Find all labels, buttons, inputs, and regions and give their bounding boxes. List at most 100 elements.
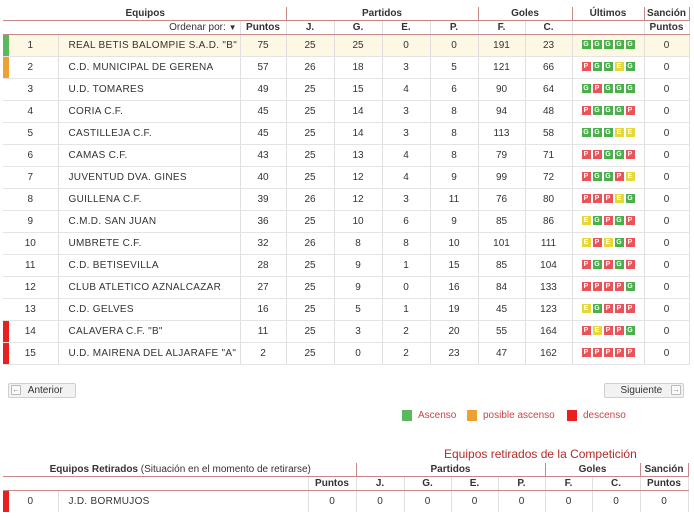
result-badge[interactable]: E	[614, 194, 624, 204]
result-badge[interactable]: G	[581, 84, 591, 94]
result-badge[interactable]: P	[592, 194, 602, 204]
result-badge[interactable]: P	[625, 260, 635, 270]
result-badge[interactable]: P	[603, 282, 613, 292]
result-badge[interactable]: E	[581, 216, 591, 226]
result-badge[interactable]: P	[592, 84, 602, 94]
result-badge[interactable]: P	[581, 326, 591, 336]
team-name-link[interactable]: C.D. BETISEVILLA	[58, 254, 241, 277]
next-button[interactable]: Siguiente →	[604, 383, 684, 398]
result-badge[interactable]: P	[603, 326, 613, 336]
result-badge[interactable]: G	[603, 106, 613, 116]
result-badge[interactable]: P	[592, 238, 602, 248]
result-badge[interactable]: P	[614, 348, 624, 358]
result-badge[interactable]: G	[603, 84, 613, 94]
result-badge[interactable]: E	[581, 238, 591, 248]
result-badge[interactable]: G	[603, 128, 613, 138]
result-badge[interactable]: P	[603, 216, 613, 226]
result-badge[interactable]: G	[603, 172, 613, 182]
result-badge[interactable]: G	[625, 40, 635, 50]
result-badge[interactable]: P	[592, 348, 602, 358]
result-badge[interactable]: P	[592, 282, 602, 292]
result-badge[interactable]: P	[625, 348, 635, 358]
result-badge[interactable]: G	[614, 238, 624, 248]
result-badge[interactable]: G	[625, 326, 635, 336]
result-badge[interactable]: G	[614, 260, 624, 270]
team-name-link[interactable]: CORIA C.F.	[58, 100, 241, 123]
column-p[interactable]: P.	[430, 20, 479, 35]
result-badge[interactable]: G	[625, 62, 635, 72]
result-badge[interactable]: P	[614, 326, 624, 336]
result-badge[interactable]: G	[625, 194, 635, 204]
result-badge[interactable]: G	[614, 106, 624, 116]
result-badge[interactable]: P	[614, 304, 624, 314]
result-badge[interactable]: E	[625, 128, 635, 138]
team-name-link[interactable]: CLUB ATLETICO AZNALCAZAR	[58, 276, 241, 299]
result-badge[interactable]: G	[592, 128, 602, 138]
result-badge[interactable]: P	[581, 260, 591, 270]
result-badge[interactable]: P	[581, 62, 591, 72]
team-name-link[interactable]: C.D. MUNICIPAL DE GERENA	[58, 56, 241, 79]
result-badge[interactable]: P	[581, 106, 591, 116]
result-badge[interactable]: P	[625, 150, 635, 160]
team-name-link[interactable]: GUILLENA C.F.	[58, 188, 241, 211]
result-badge[interactable]: P	[592, 150, 602, 160]
result-badge[interactable]: E	[581, 304, 591, 314]
result-badge[interactable]: E	[603, 238, 613, 248]
sort-by-control[interactable]: Ordenar por: ▼	[3, 20, 241, 35]
result-badge[interactable]: P	[603, 260, 613, 270]
result-badge[interactable]: P	[625, 238, 635, 248]
result-badge[interactable]: P	[614, 172, 624, 182]
result-badge[interactable]: G	[625, 84, 635, 94]
column-f[interactable]: F.	[478, 20, 526, 35]
result-badge[interactable]: P	[603, 348, 613, 358]
result-badge[interactable]: G	[592, 304, 602, 314]
result-badge[interactable]: G	[603, 150, 613, 160]
result-badge[interactable]: G	[614, 84, 624, 94]
result-badge[interactable]: G	[592, 62, 602, 72]
result-badge[interactable]: G	[592, 106, 602, 116]
team-name-link[interactable]: REAL BETIS BALOMPIE S.A.D. "B"	[58, 34, 241, 57]
retired-team-link[interactable]: J.D. BORMUJOS	[58, 490, 309, 512]
result-badge[interactable]: P	[625, 304, 635, 314]
result-badge[interactable]: P	[581, 282, 591, 292]
team-name-link[interactable]: UMBRETE C.F.	[58, 232, 241, 255]
column-c[interactable]: C.	[525, 20, 573, 35]
team-name-link[interactable]: C.D. GELVES	[58, 298, 241, 321]
result-badge[interactable]: P	[603, 194, 613, 204]
column-j[interactable]: J.	[286, 20, 335, 35]
result-badge[interactable]: P	[581, 194, 591, 204]
column-g[interactable]: G.	[334, 20, 383, 35]
result-badge[interactable]: P	[581, 348, 591, 358]
result-badge[interactable]: G	[592, 40, 602, 50]
result-badge[interactable]: G	[614, 40, 624, 50]
result-badge[interactable]: G	[592, 216, 602, 226]
team-name-link[interactable]: U.D. TOMARES	[58, 78, 241, 101]
team-name-link[interactable]: JUVENTUD DVA. GINES	[58, 166, 241, 189]
result-badge[interactable]: P	[581, 172, 591, 182]
result-badge[interactable]: G	[614, 216, 624, 226]
team-name-link[interactable]: CALAVERA C.F. "B"	[58, 320, 241, 343]
result-badge[interactable]: P	[603, 304, 613, 314]
result-badge[interactable]: P	[614, 282, 624, 292]
team-name-link[interactable]: C.M.D. SAN JUAN	[58, 210, 241, 233]
result-badge[interactable]: G	[603, 62, 613, 72]
result-badge[interactable]: E	[614, 128, 624, 138]
result-badge[interactable]: P	[625, 106, 635, 116]
result-badge[interactable]: P	[581, 150, 591, 160]
team-name-link[interactable]: CASTILLEJA C.F.	[58, 122, 241, 145]
team-name-link[interactable]: U.D. MAIRENA DEL ALJARAFE "A"	[58, 342, 241, 365]
result-badge[interactable]: G	[614, 150, 624, 160]
result-badge[interactable]: G	[625, 282, 635, 292]
result-badge[interactable]: E	[614, 62, 624, 72]
previous-button[interactable]: ← Anterior	[8, 383, 76, 398]
column-puntos[interactable]: Puntos	[240, 20, 287, 35]
result-badge[interactable]: G	[592, 260, 602, 270]
column-e[interactable]: E.	[382, 20, 431, 35]
result-badge[interactable]: G	[592, 172, 602, 182]
result-badge[interactable]: G	[581, 40, 591, 50]
result-badge[interactable]: G	[603, 40, 613, 50]
result-badge[interactable]: E	[592, 326, 602, 336]
team-name-link[interactable]: CAMAS C.F.	[58, 144, 241, 167]
result-badge[interactable]: E	[625, 172, 635, 182]
result-badge[interactable]: P	[625, 216, 635, 226]
